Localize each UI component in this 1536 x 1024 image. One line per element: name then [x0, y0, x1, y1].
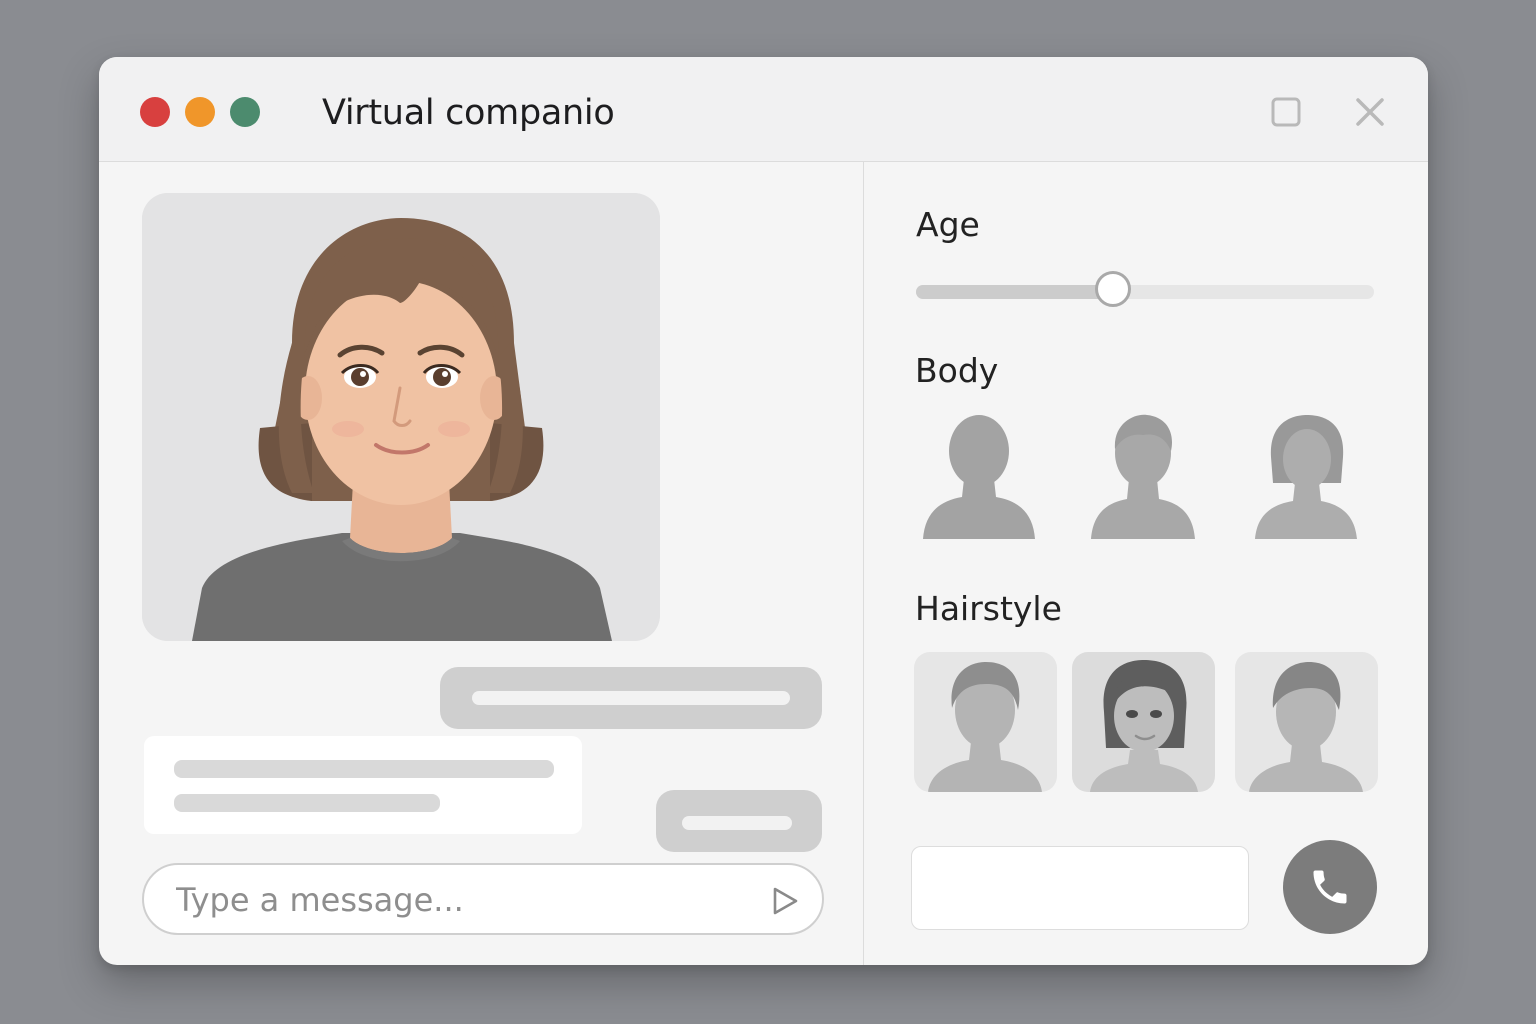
- window-title: Virtual companio: [322, 93, 615, 133]
- message-input-container: [142, 863, 824, 935]
- short-male-hair-2-icon: [1249, 662, 1363, 792]
- message-text-placeholder: [472, 691, 790, 705]
- short-male-hair-icon: [928, 662, 1042, 792]
- hairstyle-label: Hairstyle: [915, 589, 1062, 628]
- hairstyle-option-2[interactable]: [1072, 652, 1215, 792]
- close-button[interactable]: [1353, 95, 1387, 129]
- outgoing-message-bubble: [440, 667, 822, 729]
- age-slider-thumb[interactable]: [1094, 271, 1131, 307]
- age-slider-fill: [916, 285, 1113, 299]
- body-option-1[interactable]: [921, 413, 1037, 539]
- bob-female-hair-icon: [1090, 660, 1198, 792]
- companion-avatar: [142, 193, 660, 641]
- maximize-icon: [1271, 97, 1301, 127]
- side-text-field[interactable]: [911, 846, 1249, 930]
- zoom-window-dot[interactable]: [230, 97, 260, 127]
- maximize-button[interactable]: [1269, 95, 1303, 129]
- send-icon: [773, 887, 798, 915]
- send-button[interactable]: [762, 879, 806, 923]
- companion-portrait: [142, 193, 660, 641]
- message-text-placeholder: [174, 794, 440, 812]
- app-window: Virtual companio Type a message... Age B…: [99, 57, 1428, 965]
- panel-divider: [863, 161, 864, 965]
- hairstyle-option-3[interactable]: [1235, 652, 1378, 792]
- body-option-2[interactable]: [1087, 413, 1203, 539]
- male-silhouette-icon: [923, 415, 1035, 539]
- short-hair-silhouette-icon: [1091, 414, 1195, 539]
- call-button[interactable]: [1283, 840, 1377, 934]
- bob-hair-silhouette-icon: [1255, 415, 1357, 539]
- close-window-dot[interactable]: [140, 97, 170, 127]
- body-option-3[interactable]: [1249, 413, 1365, 539]
- incoming-message-bubble: [144, 736, 582, 834]
- body-label: Body: [915, 351, 999, 390]
- message-text-placeholder: [682, 816, 792, 830]
- minimize-window-dot[interactable]: [185, 97, 215, 127]
- close-icon: [1356, 98, 1384, 126]
- title-bar: Virtual companio: [99, 57, 1428, 162]
- message-input[interactable]: [174, 875, 738, 925]
- outgoing-message-bubble: [656, 790, 822, 852]
- age-slider[interactable]: [916, 271, 1374, 307]
- message-text-placeholder: [174, 760, 554, 778]
- age-label: Age: [916, 205, 980, 244]
- hairstyle-option-1[interactable]: [914, 652, 1057, 792]
- phone-icon: [1313, 870, 1347, 904]
